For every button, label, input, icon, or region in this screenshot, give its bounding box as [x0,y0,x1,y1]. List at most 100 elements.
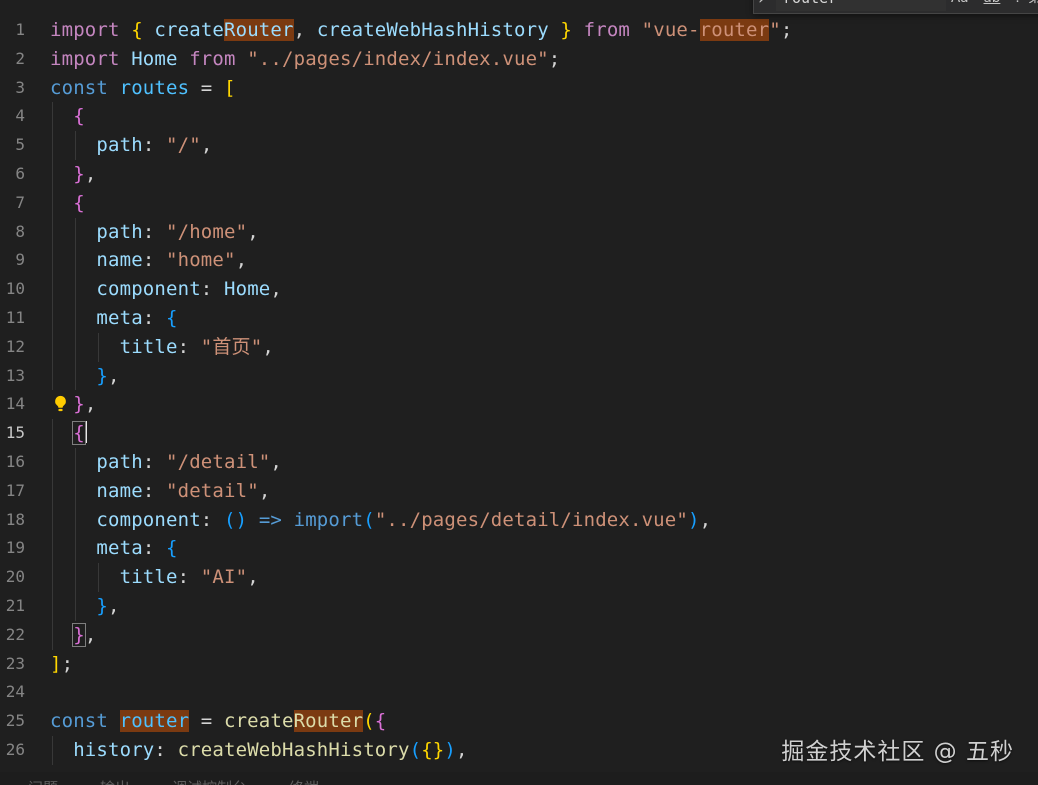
code-token: title [120,566,178,588]
code-line[interactable]: 8 path: "/home", [0,218,1038,247]
code-token: , [85,393,97,415]
code-token [50,480,96,502]
line-number[interactable]: 24 [0,678,25,707]
code-token [50,739,73,761]
panel-tab[interactable]: 问题 [28,777,58,785]
code-text: }, [50,621,96,650]
line-number[interactable]: 12 [0,333,25,362]
line-number[interactable]: 2 [0,45,25,74]
code-line[interactable]: 22 }, [0,621,1038,650]
code-line[interactable]: 21 }, [0,592,1038,621]
code-line[interactable]: 4 { [0,102,1038,131]
code-token: ; [781,19,793,41]
code-text: meta: { [50,304,178,333]
code-token [50,451,96,473]
panel-tab[interactable]: 输出 [100,777,130,785]
find-input[interactable] [776,0,946,11]
line-number[interactable]: 21 [0,592,25,621]
code-line[interactable]: 13 }, [0,362,1038,391]
line-number[interactable]: 10 [0,275,25,304]
code-line[interactable]: 10 component: Home, [0,275,1038,304]
regex-toggle[interactable]: .* [1012,0,1029,8]
code-line[interactable]: 24 [0,678,1038,707]
code-token: createWebHashHistory [178,739,410,761]
code-token: : [143,307,166,329]
code-token [50,192,73,214]
code-line[interactable]: 15 { [0,419,1038,448]
code-token: "../pages/index/index.vue" [247,48,549,70]
code-token: { [73,192,85,214]
code-token: : [143,134,166,156]
code-token [50,163,73,185]
code-token: , [259,480,271,502]
panel-tab[interactable]: 终端 [289,777,319,785]
code-token: [ [224,77,236,99]
code-line[interactable]: 19 meta: { [0,534,1038,563]
code-token: : [201,509,224,531]
code-token: const [50,77,120,99]
code-token: ] [50,653,62,675]
line-number[interactable]: 15 [0,419,25,448]
code-line[interactable]: 20 title: "AI", [0,563,1038,592]
toggle-replace-chevron-icon[interactable]: › [758,0,765,10]
code-text: path: "/home", [50,218,259,247]
code-line[interactable]: 6 }, [0,160,1038,189]
code-line[interactable]: 14 }, [0,390,1038,419]
find-results-count: 第 [1028,0,1038,11]
code-line[interactable]: 7 { [0,189,1038,218]
line-number[interactable]: 1 [0,16,25,45]
code-token: component [96,278,200,300]
line-number[interactable]: 18 [0,506,25,535]
code-line[interactable]: 1import { createRouter, createWebHashHis… [0,16,1038,45]
code-line[interactable]: 17 name: "detail", [0,477,1038,506]
line-number[interactable]: 13 [0,362,25,391]
watermark-text: 掘金技术社区 @ 五秒 [781,732,1014,766]
code-line[interactable]: 11 meta: { [0,304,1038,333]
code-line[interactable]: 16 path: "/detail", [0,448,1038,477]
line-number[interactable]: 25 [0,707,25,736]
code-token [50,278,96,300]
code-line[interactable]: 9 name: "home", [0,246,1038,275]
code-token: , [270,451,282,473]
line-number[interactable]: 5 [0,131,25,160]
whole-word-toggle[interactable]: ab [981,0,1004,8]
panel-tab[interactable]: 调试控制台 [172,777,247,785]
code-token: routes [120,77,201,99]
line-number[interactable]: 17 [0,477,25,506]
code-text: { [50,102,85,131]
code-token [143,19,155,41]
code-token: ( [363,509,375,531]
code-line[interactable]: 12 title: "首页", [0,333,1038,362]
line-number[interactable]: 9 [0,246,25,275]
code-line[interactable]: 3const routes = [ [0,74,1038,103]
line-number[interactable]: 16 [0,448,25,477]
code-token [50,221,96,243]
line-number[interactable]: 22 [0,621,25,650]
code-area[interactable]: 1import { createRouter, createWebHashHis… [0,0,1038,765]
code-line[interactable]: 2import Home from "../pages/index/index.… [0,45,1038,74]
code-line[interactable]: 5 path: "/", [0,131,1038,160]
line-number[interactable]: 7 [0,189,25,218]
code-token: path [96,451,142,473]
line-number[interactable]: 20 [0,563,25,592]
line-number[interactable]: 19 [0,534,25,563]
code-token: , [456,739,468,761]
code-text: title: "首页", [50,333,274,362]
line-number[interactable]: 11 [0,304,25,333]
line-number[interactable]: 8 [0,218,25,247]
line-number[interactable]: 23 [0,650,25,679]
line-number[interactable]: 26 [0,736,25,765]
code-token: title [120,336,178,358]
line-number[interactable]: 3 [0,74,25,103]
code-token: import [50,19,131,41]
find-match-highlight: Router [224,19,294,41]
code-text: path: "/detail", [50,448,282,477]
find-match-highlight: Router [294,710,364,732]
code-line[interactable]: 18 component: () => import("../pages/det… [0,506,1038,535]
line-number[interactable]: 4 [0,102,25,131]
match-case-toggle[interactable]: Aa [948,0,972,8]
code-token: => import [259,509,363,531]
line-number[interactable]: 14 [0,390,25,419]
line-number[interactable]: 6 [0,160,25,189]
code-line[interactable]: 23]; [0,650,1038,679]
